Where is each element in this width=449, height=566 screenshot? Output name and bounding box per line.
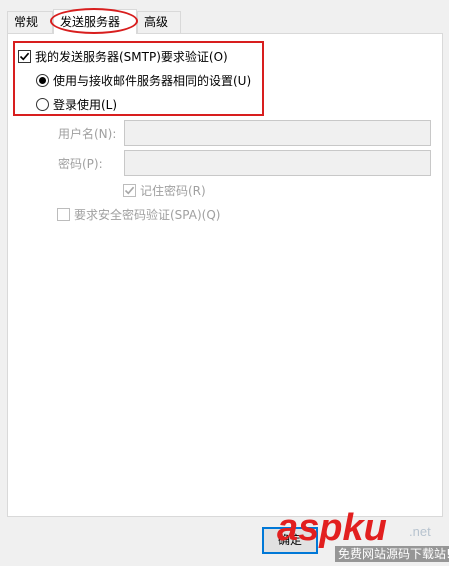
checkmark-icon (19, 52, 30, 61)
same-settings-label: 使用与接收邮件服务器相同的设置(U) (53, 74, 252, 88)
username-input[interactable] (124, 120, 431, 146)
tab-advanced-label: 高级 (144, 15, 169, 29)
remember-password-label: 记住密码(R) (140, 184, 206, 198)
login-row[interactable]: 登录使用(L) (36, 96, 117, 113)
radio-selected-dot (39, 77, 46, 84)
remember-password-checkbox[interactable] (123, 184, 136, 197)
password-input[interactable] (124, 150, 431, 176)
login-radio[interactable] (36, 98, 49, 111)
login-label: 登录使用(L) (53, 98, 118, 112)
require-auth-label: 我的发送服务器(SMTP)要求验证(O) (35, 50, 228, 64)
tab-outgoing-server[interactable]: 发送服务器 (50, 8, 138, 34)
password-label-text: 密码(P): (58, 157, 103, 171)
require-auth-row[interactable]: 我的发送服务器(SMTP)要求验证(O) (18, 48, 228, 65)
tab-general[interactable]: 常规 (7, 11, 53, 33)
username-label-text: 用户名(N): (58, 127, 117, 141)
require-auth-checkbox[interactable] (18, 50, 31, 63)
tab-advanced[interactable]: 高级 (137, 11, 181, 33)
watermark-subtitle: 免费网站源码下载站! (335, 546, 449, 562)
checkmark-icon (124, 186, 135, 195)
username-label: 用户名(N): (58, 125, 116, 142)
tab-general-label: 常规 (14, 15, 39, 29)
outgoing-server-panel: 我的发送服务器(SMTP)要求验证(O) 使用与接收邮件服务器相同的设置(U) … (7, 33, 443, 517)
spa-row[interactable]: 要求安全密码验证(SPA)(Q) (57, 206, 220, 223)
remember-password-row[interactable]: 记住密码(R) (123, 182, 206, 199)
password-label: 密码(P): (58, 155, 103, 172)
same-settings-row[interactable]: 使用与接收邮件服务器相同的设置(U) (36, 72, 251, 89)
tab-outgoing-server-label: 发送服务器 (60, 15, 121, 29)
tab-strip: 常规 发送服务器 高级 (7, 8, 443, 34)
ok-button-label: 确定 (277, 533, 302, 547)
watermark-net: .net (409, 524, 431, 539)
spa-checkbox[interactable] (57, 208, 70, 221)
ok-button[interactable]: 确定 (262, 527, 318, 554)
same-settings-radio[interactable] (36, 74, 49, 87)
spa-label: 要求安全密码验证(SPA)(Q) (74, 208, 221, 222)
